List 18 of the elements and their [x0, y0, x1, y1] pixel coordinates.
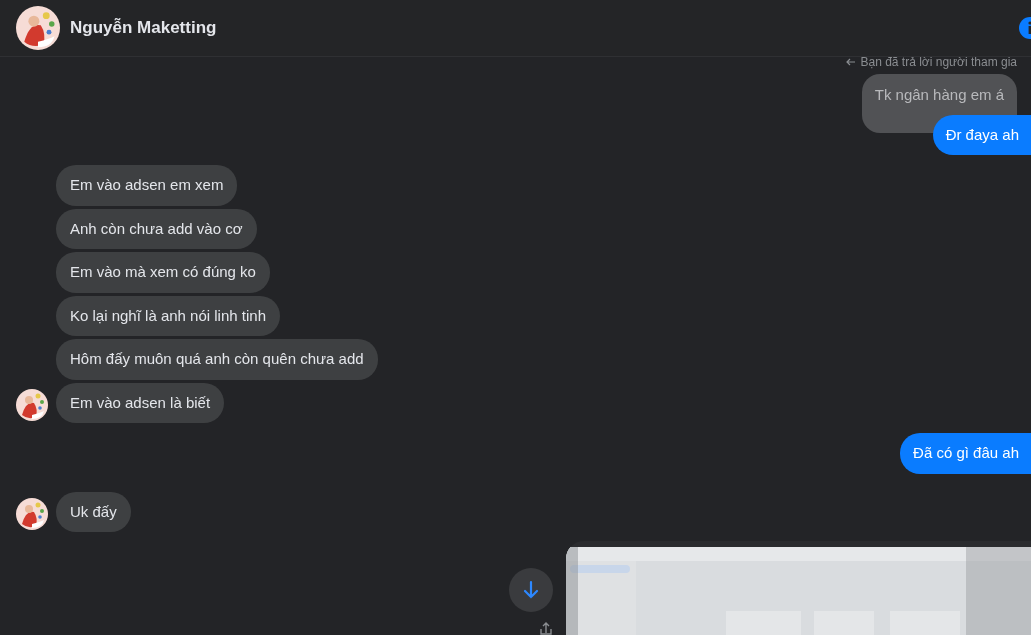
received-message: Em vào mà xem có đúng ko	[56, 252, 270, 293]
received-message: Uk đấy	[56, 491, 131, 532]
scroll-down-button[interactable]	[509, 568, 553, 612]
received-message: Anh còn chưa add vào cơ	[56, 208, 257, 249]
reply-icon	[846, 58, 857, 66]
avatar	[16, 6, 60, 50]
received-message: Ko lại nghĩ là anh nói linh tinh	[56, 295, 280, 336]
avatar	[16, 389, 48, 421]
share-icon[interactable]	[538, 621, 554, 635]
received-message: Hôm đấy muôn quá anh còn quên chưa add	[56, 339, 378, 380]
received-message: Em vào adsen là biết	[56, 382, 225, 423]
arrow-down-icon	[521, 580, 541, 600]
reply-note: Bạn đã trả lời người tham gia	[860, 55, 1017, 69]
avatar	[16, 498, 48, 530]
received-message: Em vào adsen em xem	[56, 165, 238, 206]
sent-message: Đr đaya ah	[932, 114, 1031, 155]
sent-message: Đã có gì đâu ah	[900, 433, 1031, 474]
contact-name[interactable]: Nguyễn Maketting	[70, 15, 217, 41]
